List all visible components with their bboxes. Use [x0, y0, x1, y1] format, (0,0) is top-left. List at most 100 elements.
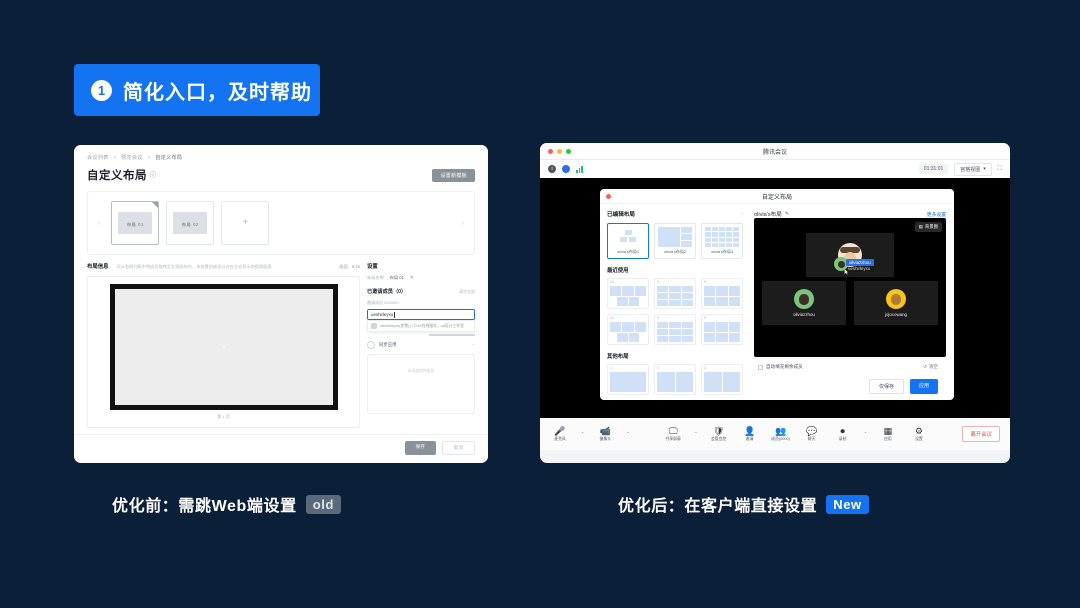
caption-after-text: 优化后：在客户端直接设置: [618, 498, 818, 515]
toolbar-item-record[interactable]: ⏺ 录制: [833, 426, 853, 442]
layout-canvas-wrapper: 第 1 页: [87, 276, 360, 428]
dialog-footer: 自动填充剩余成员 ↺ 清空 仅保存 应用: [754, 357, 946, 400]
view-mode-select[interactable]: 宫格视图 ▾: [954, 162, 992, 176]
info-icon[interactable]: ⓘ: [150, 173, 157, 179]
collapse-arrow-icon[interactable]: ‹: [741, 211, 743, 217]
microphone-options-icon[interactable]: ⌃: [581, 431, 584, 436]
toolbar-item-microphone[interactable]: 🎤 麦克风: [550, 426, 570, 442]
rename-pencil-icon[interactable]: ✎: [785, 211, 789, 217]
reset-icon: ↺: [922, 364, 927, 369]
invite-suggestion-text: ueshirleyxu(徐雪) | CSIG在线服务…ud设计工作室: [380, 323, 464, 328]
preview-cell-top[interactable]: oliviazzhou ueshirleyxu: [806, 233, 894, 277]
recent-layout-card[interactable]: 12: [607, 278, 649, 309]
recent-layout-card[interactable]: 12: [607, 314, 649, 345]
leave-meeting-button[interactable]: 离开会议: [962, 426, 1001, 442]
other-layout-card[interactable]: 2: [701, 364, 743, 395]
group-row[interactable]: 同步应用 ⌃: [367, 341, 475, 349]
edited-layout-card[interactable]: olivia's布局2: [654, 223, 696, 259]
members-clear-link[interactable]: 清空全部: [459, 289, 475, 295]
scrollbar-thumb[interactable]: [429, 334, 475, 336]
fullscreen-icon[interactable]: ⛶: [998, 166, 1002, 173]
clear-button[interactable]: ↺ 清空: [923, 364, 938, 370]
breadcrumb-item-1[interactable]: 预定会议: [121, 155, 143, 161]
save-button[interactable]: 保存: [404, 441, 436, 455]
other-layout-card[interactable]: 2: [654, 364, 696, 395]
record-options-icon[interactable]: ⌃: [864, 431, 867, 436]
layout-canvas[interactable]: [109, 284, 338, 410]
avatar: [886, 289, 906, 309]
more-settings-link[interactable]: 更多设置: [927, 211, 946, 218]
toolbar-group-main: 🖵 共享屏幕 ⌃ 🛡 会管会控 👤 邀请 👥 成员(0000) 💬 聊天 ⏺ 录…: [663, 425, 929, 442]
edited-layout-label: olivia's布局1: [616, 249, 640, 254]
info-icon[interactable]: i: [548, 165, 556, 173]
layout-preview-canvas[interactable]: ▤ 背景图 oliviazzhou ueshirleyxu oliviazzho…: [754, 218, 946, 357]
toolbar-item-camera[interactable]: 📹 摄像头: [595, 426, 615, 442]
share-options-icon[interactable]: ⌃: [694, 431, 697, 436]
signal-bars-icon[interactable]: [576, 165, 583, 173]
toolbar-item-chat[interactable]: 💬 聊天: [802, 426, 822, 442]
autofill-checkbox[interactable]: 自动填充剩余成员: [758, 364, 803, 370]
members-icon: 👥: [774, 425, 787, 436]
invite-search-input[interactable]: ueshirleyxu: [367, 309, 475, 320]
toolbar-item-meeting-control[interactable]: 🛡 会管会控: [709, 425, 729, 442]
layout-card[interactable]: 布局 02: [166, 201, 215, 245]
toolbar-item-members[interactable]: 👥 成员(0000): [771, 425, 791, 442]
recent-layout-card[interactable]: 9: [654, 314, 696, 345]
toolbar-label: 应用: [884, 436, 892, 441]
save-only-button[interactable]: 仅保存: [868, 379, 904, 394]
toolbar-item-apps[interactable]: ▦ 应用: [878, 426, 898, 442]
edit-pencil-icon[interactable]: ✎: [410, 275, 414, 281]
participant-count: 2: [704, 366, 706, 370]
recent-layout-card[interactable]: 9: [654, 278, 696, 309]
edited-layout-card[interactable]: olivia's布局3: [701, 223, 743, 259]
add-layout-card[interactable]: +: [221, 201, 270, 245]
edited-layouts-list: olivia's布局1 olivia's布局2 olivia's布局3: [607, 223, 743, 259]
layout-editor-column: 布局信息 可从右侧列表中将成员拖拽至左侧画布内，未放置的成员以对应方式显示的视频…: [87, 262, 360, 428]
breadcrumb-separator: >: [147, 155, 151, 161]
toolbar-item-share-screen[interactable]: 🖵 共享屏幕: [663, 426, 683, 442]
strip-next-arrow[interactable]: ›: [458, 220, 468, 227]
dragging-participant-label: oliviazzhou: [846, 259, 874, 266]
other-layout-card[interactable]: 1: [607, 364, 649, 395]
meeting-timer: 01:31:01: [918, 164, 949, 174]
toolbar-item-settings[interactable]: ⚙ 设置: [909, 426, 929, 442]
group-icon: [367, 341, 375, 349]
avatar: [794, 289, 814, 309]
camera-options-icon[interactable]: ⌃: [626, 431, 629, 436]
shield-icon[interactable]: [562, 165, 570, 173]
apply-button[interactable]: 应用: [909, 379, 938, 394]
invite-label: 邀请成员 0/20000: [367, 300, 399, 305]
chevron-up-icon[interactable]: ⌃: [472, 343, 475, 348]
aspect-ratio-hint[interactable]: 画面：9:16: [339, 264, 360, 270]
layout-card-label: 布局 02: [181, 222, 199, 227]
clear-label: 清空: [928, 364, 938, 369]
invite-suggestion-item[interactable]: ueshirleyxu(徐雪) | CSIG在线服务…ud设计工作室: [367, 320, 475, 332]
toolbar-label: 邀请: [745, 436, 754, 441]
members-title: 已邀请成员（0）: [367, 289, 407, 295]
toolbar-item-invite[interactable]: 👤 邀请: [740, 426, 760, 442]
recent-layout-card[interactable]: 9: [701, 278, 743, 309]
cancel-button[interactable]: 取消: [441, 441, 475, 455]
image-icon: ▤: [918, 224, 923, 229]
recent-layout-card[interactable]: 9: [701, 314, 743, 345]
edited-layout-card[interactable]: olivia's布局1: [607, 223, 649, 259]
meeting-infobar-right: 01:31:01 宫格视图 ▾ ⛶: [918, 162, 1002, 176]
members-empty-box: 未添加任何成员: [367, 354, 475, 414]
cursor-icon: [844, 269, 849, 275]
text-caret: [394, 311, 396, 318]
avatar-icon: [371, 323, 377, 329]
background-image-button[interactable]: ▤ 背景图: [914, 222, 942, 232]
selected-corner-icon: [152, 202, 159, 208]
shield-icon: 🛡: [712, 425, 725, 436]
preview-cell-right[interactable]: jojocowang: [854, 281, 938, 325]
settings-title: 设置: [367, 264, 378, 270]
page-title-text: 自定义布局: [87, 170, 147, 182]
breadcrumb-item-0[interactable]: 会议列表: [87, 155, 109, 161]
reset-template-button[interactable]: 设置新模板: [432, 168, 475, 182]
layout-card[interactable]: 布局 01: [111, 201, 160, 245]
headline-number: 1: [91, 79, 112, 101]
meeting-toolbar: 🎤 麦克风 ⌃ 📹 摄像头 ⌃ 🖵 共享屏幕 ⌃ 🛡 会管会控 👤 邀请 👥 成…: [540, 418, 1010, 450]
preview-cell-left[interactable]: oliviazzhou: [762, 281, 846, 325]
invite-input-value: ueshirleyxu: [371, 312, 394, 317]
strip-prev-arrow[interactable]: ‹: [94, 220, 104, 227]
